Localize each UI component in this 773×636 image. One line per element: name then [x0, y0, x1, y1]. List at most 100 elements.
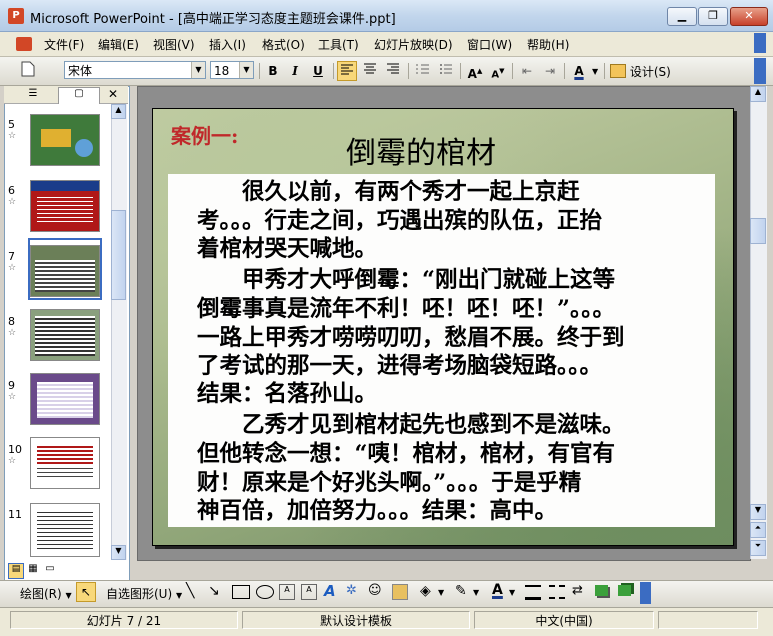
draw-menu-button[interactable]: 绘图(R) ▼: [20, 585, 72, 602]
slide-thumbnail[interactable]: [30, 114, 100, 166]
3d-style-icon[interactable]: [618, 585, 631, 596]
design-label: 设计(S): [629, 65, 671, 79]
normal-view-icon[interactable]: ▤: [8, 563, 24, 579]
menu-file[interactable]: 文件(F): [44, 36, 84, 53]
shadow-style-icon[interactable]: [595, 585, 608, 596]
wordart-icon[interactable]: A: [324, 582, 336, 600]
menu-insert[interactable]: 插入(I): [209, 36, 246, 53]
chevron-down-icon[interactable]: ▼: [239, 62, 253, 78]
clip-art-icon[interactable]: ☺: [368, 583, 382, 598]
body-line: 倒霉事真是流年不利！呸！呸！呸！”。。。: [197, 296, 615, 322]
slide-title[interactable]: 倒霉的棺材: [346, 128, 496, 172]
textbox-tool-icon[interactable]: A: [279, 584, 295, 600]
toolbar-separator: [333, 63, 334, 79]
close-pane-icon[interactable]: ✕: [108, 87, 118, 101]
minimize-button[interactable]: ▁: [667, 7, 697, 26]
scroll-thumb[interactable]: [111, 210, 126, 300]
toolbar-separator: [564, 63, 565, 79]
font-name-value: 宋体: [68, 64, 93, 78]
drawing-toolbar-options-icon[interactable]: [640, 582, 651, 604]
insert-picture-icon[interactable]: [392, 584, 408, 600]
align-left-icon[interactable]: [337, 61, 357, 81]
powerpoint-app-icon[interactable]: P: [8, 8, 24, 24]
close-button[interactable]: ✕: [730, 7, 768, 26]
font-color-icon[interactable]: A: [569, 61, 589, 81]
body-line: 神百倍，加倍努力。。。结果：高中。: [197, 498, 558, 524]
slides-tab-icon[interactable]: ▢: [58, 87, 100, 104]
slide-thumbnail[interactable]: [30, 437, 100, 489]
line-style-icon[interactable]: [525, 585, 541, 600]
new-document-icon[interactable]: [18, 61, 38, 81]
draw-label: 绘图(R): [20, 587, 62, 601]
chevron-down-icon[interactable]: ▼: [473, 588, 479, 597]
italic-button[interactable]: I: [285, 61, 305, 81]
autoshapes-label: 自选图形(U): [106, 587, 173, 601]
menu-bar-options-icon[interactable]: [754, 33, 766, 53]
line-tool-icon[interactable]: ╲: [186, 583, 194, 599]
slide-thumbnail[interactable]: [30, 309, 100, 361]
design-icon: [610, 64, 626, 78]
menu-help[interactable]: 帮助(H): [527, 36, 569, 53]
autoshapes-button[interactable]: 自选图形(U) ▼: [106, 585, 182, 602]
case-label[interactable]: 案例一:: [171, 120, 238, 149]
slideshow-view-icon[interactable]: ▭: [43, 563, 57, 577]
bullet-list-icon[interactable]: [436, 61, 456, 81]
outline-tab-icon[interactable]: ☰: [16, 88, 50, 102]
vertical-textbox-icon[interactable]: A: [301, 584, 317, 600]
menu-slideshow[interactable]: 幻灯片放映(D): [374, 36, 453, 53]
diagram-icon[interactable]: ✲: [346, 583, 357, 598]
slide-sorter-view-icon[interactable]: ▦: [26, 563, 40, 577]
font-color-icon[interactable]: A: [492, 582, 503, 598]
chevron-down-icon[interactable]: ▼: [191, 62, 205, 78]
transition-icon: ☆: [8, 456, 17, 466]
scroll-thumb[interactable]: [750, 218, 766, 244]
next-slide-icon[interactable]: ⏷: [750, 540, 766, 556]
select-pointer-icon[interactable]: ↖: [76, 582, 96, 602]
line-color-icon[interactable]: ✎: [455, 583, 467, 599]
slide-thumbnail-selected[interactable]: [30, 245, 100, 297]
align-center-icon[interactable]: [360, 61, 380, 81]
chevron-down-icon[interactable]: ▼: [438, 588, 444, 597]
menu-tools[interactable]: 工具(T): [318, 36, 359, 53]
slide-thumbnail[interactable]: [30, 503, 100, 557]
arrow-style-icon[interactable]: ⇄: [572, 583, 583, 598]
font-size-combo[interactable]: 18 ▼: [210, 61, 254, 79]
decrease-indent-icon[interactable]: ⇤: [517, 61, 537, 81]
chevron-down-icon[interactable]: ▼: [509, 588, 515, 597]
menu-window[interactable]: 窗口(W): [467, 36, 512, 53]
increase-indent-icon[interactable]: ⇥: [540, 61, 560, 81]
arrow-tool-icon[interactable]: ↘: [208, 583, 220, 599]
underline-button[interactable]: U: [308, 61, 328, 81]
bold-button[interactable]: B: [263, 61, 283, 81]
decrease-font-icon[interactable]: A▼: [488, 61, 508, 81]
transition-icon: ☆: [8, 263, 17, 273]
slide-thumbnail[interactable]: [30, 180, 100, 232]
menu-format[interactable]: 格式(O): [262, 36, 305, 53]
oval-tool-icon[interactable]: [256, 585, 274, 599]
transition-icon: ☆: [8, 392, 17, 402]
numbered-list-icon[interactable]: [413, 61, 433, 81]
rectangle-tool-icon[interactable]: [232, 585, 250, 599]
align-right-icon[interactable]: [383, 61, 403, 81]
toolbar-separator: [460, 63, 461, 79]
body-line: 很久以前，有两个秀才一起上京赶: [197, 179, 580, 205]
increase-font-icon[interactable]: A▲: [465, 61, 485, 81]
slides-pane-scrollbar[interactable]: [111, 104, 127, 560]
chevron-down-icon[interactable]: ▼: [592, 67, 598, 76]
main-scrollbar[interactable]: [750, 86, 767, 559]
previous-slide-icon[interactable]: ⏶: [750, 522, 766, 538]
scroll-down-icon[interactable]: ▼: [111, 545, 126, 560]
scroll-up-icon[interactable]: ▲: [111, 104, 126, 119]
maximize-button[interactable]: ❐: [698, 7, 728, 26]
design-button[interactable]: 设计(S): [610, 63, 671, 80]
scroll-up-icon[interactable]: ▲: [750, 86, 766, 102]
slide-thumbnail[interactable]: [30, 373, 100, 425]
scroll-down-icon[interactable]: ▼: [750, 504, 766, 520]
fill-color-icon[interactable]: ◈: [420, 583, 431, 599]
dash-style-icon[interactable]: [549, 585, 565, 599]
font-name-combo[interactable]: 宋体 ▼: [64, 61, 206, 79]
toolbar-options-icon[interactable]: [754, 58, 766, 84]
menu-view[interactable]: 视图(V): [153, 36, 195, 53]
document-icon[interactable]: [16, 37, 32, 51]
menu-edit[interactable]: 编辑(E): [98, 36, 139, 53]
